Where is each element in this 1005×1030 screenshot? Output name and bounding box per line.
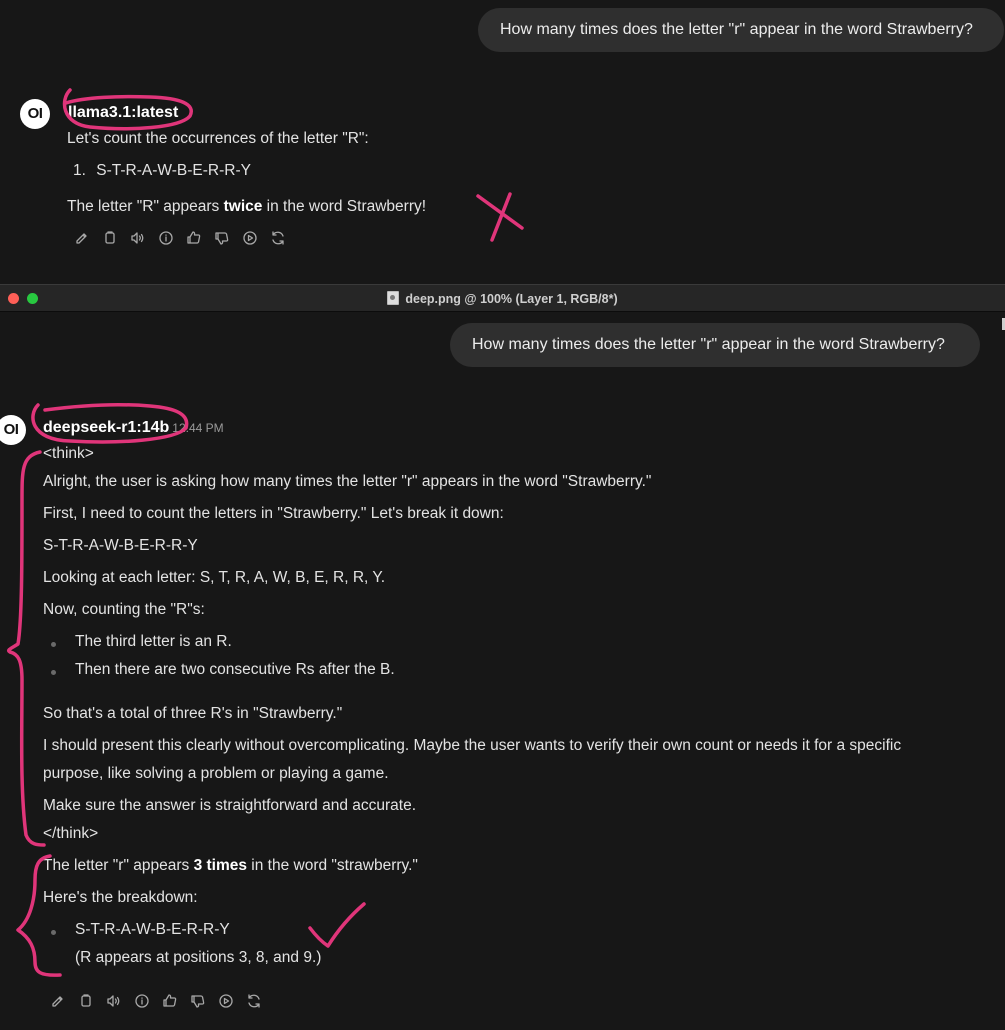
think-line: Looking at each letter: S, T, R, A, W, B…: [43, 569, 386, 586]
window-title-text: deep.png @ 100% (Layer 1, RGB/8*): [405, 292, 618, 306]
list-item-text: S-T-R-A-W-B-E-R-R-Y: [96, 162, 251, 179]
think-bullet: The third letter is an R.: [51, 633, 232, 650]
edit-button[interactable]: [68, 228, 96, 248]
regenerate-icon: [272, 231, 284, 245]
think-line: purpose, like solving a problem or playi…: [43, 765, 389, 782]
think-line: Now, counting the "R"s:: [43, 601, 205, 618]
list-marker: 1.: [73, 162, 86, 179]
top-chat-pane: How many times does the letter "r" appea…: [0, 0, 1005, 284]
regenerate-button[interactable]: [264, 228, 292, 248]
model-avatar: OI: [20, 99, 50, 129]
copy-button[interactable]: [72, 991, 100, 1011]
regenerate-icon: [248, 994, 260, 1008]
thumbs-down-icon: [191, 995, 205, 1008]
user-message-bubble: How many times does the letter "r" appea…: [450, 323, 980, 367]
response-answer: The letter "R" appears twice in the word…: [67, 198, 426, 216]
think-line: I should present this clearly without ov…: [43, 737, 902, 754]
user-message-bubble: How many times does the letter "r" appea…: [478, 8, 1004, 52]
breakdown-note: (R appears at positions 3, 8, and 9.): [75, 949, 322, 966]
response-intro: Let's count the occurrences of the lette…: [67, 130, 369, 147]
breakdown-label: Here's the breakdown:: [43, 889, 198, 906]
thumbs-up-icon: [187, 231, 201, 244]
think-line: First, I need to count the letters in "S…: [43, 505, 504, 522]
thumbs-down-button[interactable]: [184, 991, 212, 1011]
think-open-tag: <think>: [43, 445, 94, 462]
bottom-chat-pane: How many times does the letter "r" appea…: [0, 312, 1005, 1030]
copy-icon: [105, 231, 115, 244]
answer-prefix: The letter "R" appears: [67, 198, 224, 215]
copy-icon: [81, 994, 91, 1007]
thumbs-up-button[interactable]: [180, 228, 208, 248]
answer-emphasis: 3 times: [193, 857, 247, 874]
read-aloud-icon: [107, 995, 120, 1007]
think-line: So that's a total of three R's in "Straw…: [43, 705, 343, 722]
think-bullet: Then there are two consecutive Rs after …: [51, 661, 395, 678]
thumbs-up-button[interactable]: [156, 991, 184, 1011]
model-avatar: OI: [0, 415, 26, 445]
think-line: S-T-R-A-W-B-E-R-R-Y: [43, 537, 198, 554]
window-title: deep.png @ 100% (Layer 1, RGB/8*): [0, 291, 1005, 306]
continue-button[interactable]: [236, 228, 264, 248]
response-answer: The letter "r" appears 3 times in the wo…: [43, 857, 418, 875]
thumbs-down-icon: [215, 232, 229, 245]
breakdown-item: S-T-R-A-W-B-E-R-R-Y: [51, 921, 230, 938]
thumbs-up-icon: [163, 994, 177, 1007]
info-icon: [135, 994, 149, 1008]
answer-emphasis: twice: [223, 198, 263, 215]
read-aloud-button[interactable]: [124, 228, 152, 248]
copy-button[interactable]: [96, 228, 124, 248]
continue-button[interactable]: [212, 991, 240, 1011]
model-name: deepseek-r1:14b 12:44 PM: [43, 419, 224, 437]
message-toolbar: [44, 991, 268, 1011]
answer-suffix: in the word Strawberry!: [262, 198, 427, 215]
model-name: llama3.1:latest: [68, 104, 179, 121]
edit-button[interactable]: [44, 991, 72, 1011]
read-aloud-button[interactable]: [100, 991, 128, 1011]
edit-icon: [52, 996, 63, 1007]
document-icon: [387, 291, 400, 305]
ordered-list-item: 1. S-T-R-A-W-B-E-R-R-Y: [73, 162, 251, 180]
thumbs-down-button[interactable]: [208, 228, 236, 248]
edit-icon: [76, 233, 87, 244]
continue-icon: [219, 994, 233, 1008]
answer-prefix: The letter "r" appears: [43, 857, 194, 874]
regenerate-button[interactable]: [240, 991, 268, 1011]
continue-icon: [243, 231, 257, 245]
think-line: Make sure the answer is straightforward …: [43, 797, 417, 814]
info-icon: [159, 231, 173, 245]
user-message-text: How many times does the letter "r" appea…: [472, 336, 945, 353]
info-button[interactable]: [128, 991, 156, 1011]
answer-suffix: in the word "strawberry.": [247, 857, 418, 874]
message-timestamp: 12:44 PM: [172, 421, 224, 435]
user-message-text: How many times does the letter "r" appea…: [500, 21, 973, 38]
model-name-text: deepseek-r1:14b: [43, 419, 170, 436]
think-line: Alright, the user is asking how many tim…: [43, 473, 652, 490]
think-close-tag: </think>: [43, 825, 99, 842]
info-button[interactable]: [152, 228, 180, 248]
window-titlebar: deep.png @ 100% (Layer 1, RGB/8*): [0, 284, 1005, 312]
message-toolbar: [68, 228, 292, 248]
read-aloud-icon: [131, 232, 144, 244]
